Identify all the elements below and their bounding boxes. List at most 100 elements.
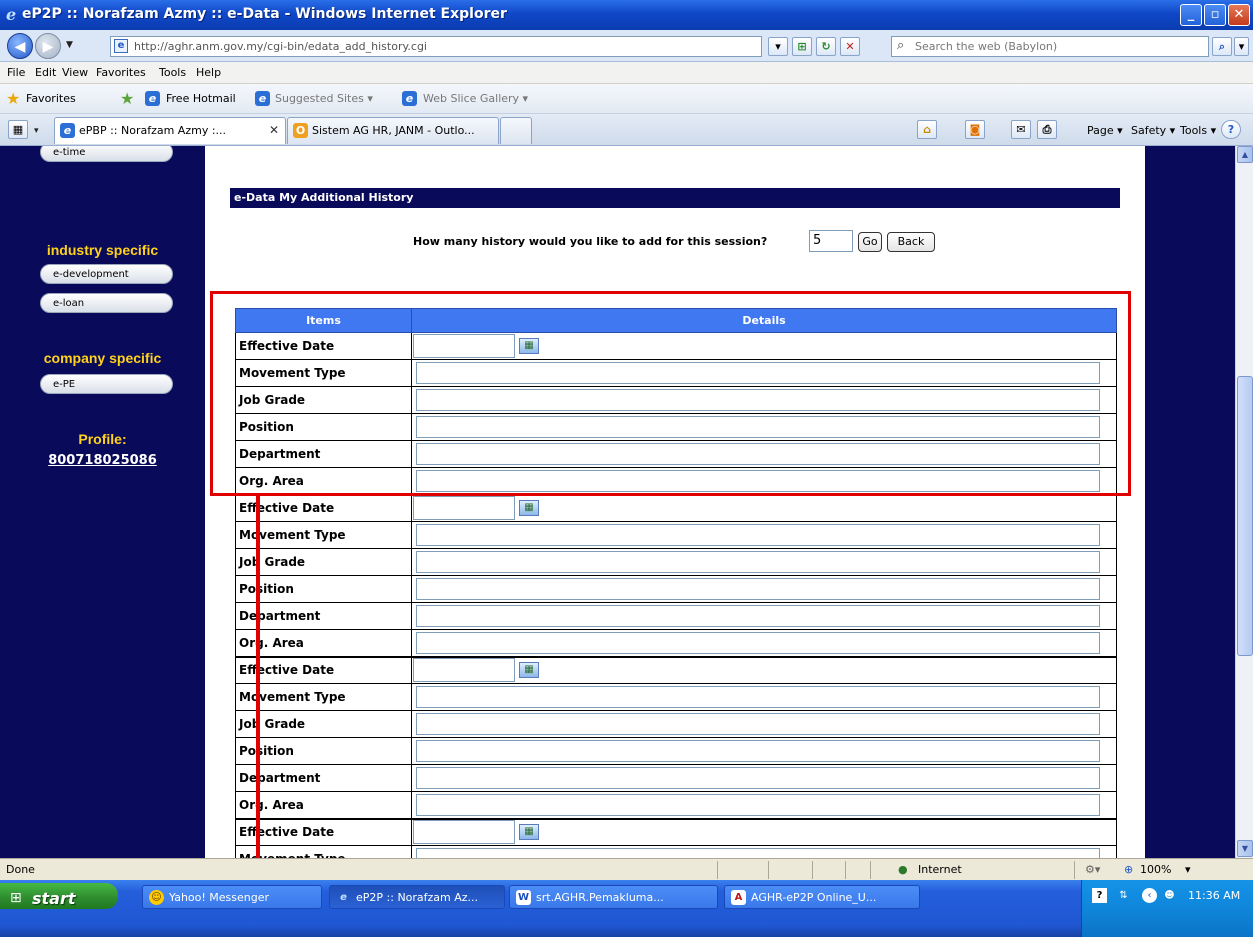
zoom-level[interactable]: 100% xyxy=(1140,863,1171,876)
annotation-highlight-box xyxy=(210,291,1131,496)
zone-label: Internet xyxy=(918,863,962,876)
menu-bar: File Edit View Favorites Tools Help xyxy=(0,62,1253,84)
search-input[interactable]: ⌕ Search the web (Babylon) xyxy=(891,36,1209,57)
history-count-input[interactable]: 5 xyxy=(809,230,853,252)
taskbar-word-doc[interactable]: W srt.AGHR.Pemakluma... xyxy=(509,885,718,909)
address-input[interactable]: e http://aghr.anm.gov.my/cgi-bin/edata_a… xyxy=(110,36,762,57)
scroll-thumb[interactable] xyxy=(1237,376,1253,656)
minimize-button[interactable]: _ xyxy=(1180,4,1202,26)
row-field-cell: ▦ xyxy=(411,817,1117,846)
fav-web-slice-gallery[interactable]: Web Slice Gallery ▾ xyxy=(423,92,528,105)
close-button[interactable]: ✕ xyxy=(1228,4,1250,26)
detail-input[interactable] xyxy=(416,740,1100,762)
mail-icon[interactable]: ✉ xyxy=(1011,120,1031,139)
zoom-icon[interactable]: ⊕ xyxy=(1124,863,1133,876)
tab-close-icon[interactable]: ✕ xyxy=(269,123,279,137)
detail-input[interactable] xyxy=(416,793,1100,816)
zoom-dropdown-icon[interactable]: ▾ xyxy=(1185,863,1191,876)
help-tray-icon[interactable]: ? xyxy=(1092,888,1107,903)
row-field-cell xyxy=(411,548,1117,576)
menu-view[interactable]: View xyxy=(62,66,88,79)
search-go-icon[interactable]: ⌕ xyxy=(1212,37,1232,56)
fav-free-hotmail[interactable]: Free Hotmail xyxy=(166,92,236,105)
detail-input[interactable] xyxy=(416,713,1100,735)
protected-mode-icon[interactable]: ⚙▾ xyxy=(1085,863,1100,876)
start-button[interactable]: ⊞ start xyxy=(0,880,118,937)
refresh-icon[interactable]: ↻ xyxy=(816,37,836,56)
row-label: Department xyxy=(235,764,412,792)
effective-date-input[interactable] xyxy=(413,820,515,845)
tab-ie-icon: e xyxy=(60,123,75,138)
calendar-icon[interactable]: ▦ xyxy=(519,662,539,679)
network-tray-icon[interactable]: ⇅ xyxy=(1116,888,1131,903)
url-dropdown-icon[interactable]: ▾ xyxy=(768,37,788,56)
maximize-button[interactable]: ▫ xyxy=(1204,4,1226,26)
taskbar-ep2p[interactable]: e eP2P :: Norafzam Az... xyxy=(329,885,505,909)
table-row: Position xyxy=(235,575,1117,603)
cmd-page[interactable]: Page ▾ xyxy=(1087,124,1123,137)
cmd-safety[interactable]: Safety ▾ xyxy=(1131,124,1175,137)
vertical-scrollbar[interactable]: ▲ ▼ xyxy=(1235,146,1253,858)
help-icon[interactable]: ? xyxy=(1221,120,1241,139)
row-label: Movement Type xyxy=(235,683,412,711)
feeds-icon[interactable]: ◙ xyxy=(965,120,985,139)
menu-file[interactable]: File xyxy=(7,66,25,79)
quick-tabs-icon[interactable]: ▦ xyxy=(8,120,28,139)
add-favorite-icon[interactable]: ★ xyxy=(120,89,134,108)
back-nav-button[interactable]: ◀ xyxy=(7,33,33,59)
home-icon[interactable]: ⌂ xyxy=(917,120,937,139)
menu-favorites[interactable]: Favorites xyxy=(96,66,146,79)
detail-input[interactable] xyxy=(416,524,1100,546)
profile-id-link[interactable]: 800718025086 xyxy=(0,453,205,468)
scroll-down-icon[interactable]: ▼ xyxy=(1237,840,1253,857)
calendar-icon[interactable]: ▦ xyxy=(519,500,539,517)
right-gutter xyxy=(1145,146,1235,858)
search-options-icon[interactable]: ▾ xyxy=(1234,37,1249,56)
status-divider xyxy=(812,861,813,879)
nav-e-development[interactable]: e-development xyxy=(40,264,173,284)
expand-tray-icon[interactable]: ‹ xyxy=(1142,888,1157,903)
detail-input[interactable] xyxy=(416,686,1100,708)
detail-input[interactable] xyxy=(416,631,1100,654)
favorites-button[interactable]: Favorites xyxy=(26,92,76,105)
tab-outlook[interactable]: O Sistem AG HR, JANM - Outlo... xyxy=(287,117,499,144)
forward-nav-button[interactable]: ▶ xyxy=(35,33,61,59)
back-button[interactable]: Back xyxy=(887,232,935,252)
scroll-up-icon[interactable]: ▲ xyxy=(1237,146,1253,163)
effective-date-input[interactable] xyxy=(413,496,515,521)
table-row: Movement Type xyxy=(235,845,1117,858)
detail-input[interactable] xyxy=(416,578,1100,600)
menu-help[interactable]: Help xyxy=(196,66,221,79)
effective-date-input[interactable] xyxy=(413,658,515,683)
detail-input[interactable] xyxy=(416,767,1100,789)
row-label: Movement Type xyxy=(235,521,412,549)
taskbar-yahoo-messenger[interactable]: ☺ Yahoo! Messenger xyxy=(142,885,322,909)
detail-input[interactable] xyxy=(416,551,1100,573)
menu-tools[interactable]: Tools xyxy=(159,66,186,79)
compatibility-icon[interactable]: ⊞ xyxy=(792,37,812,56)
nav-e-loan[interactable]: e-loan xyxy=(40,293,173,313)
messenger-tray-icon[interactable]: ☻ xyxy=(1162,888,1177,903)
tab-ep2p[interactable]: e ePBP :: Norafzam Azmy :... ✕ xyxy=(54,117,286,144)
stop-icon[interactable]: ✕ xyxy=(840,37,860,56)
calendar-icon[interactable]: ▦ xyxy=(519,824,539,841)
taskbar-item-label: AGHR-eP2P Online_U... xyxy=(751,891,877,904)
table-row: Position xyxy=(235,737,1117,765)
fav-suggested-sites[interactable]: Suggested Sites ▾ xyxy=(275,92,373,105)
hotmail-ie-icon: e xyxy=(145,91,160,106)
history-dropdown-icon[interactable]: ▼ xyxy=(66,40,73,50)
new-tab-button[interactable] xyxy=(500,117,532,144)
nav-e-time[interactable]: e-time xyxy=(40,146,173,162)
go-button[interactable]: Go xyxy=(858,232,882,252)
tab-list-icon[interactable]: ▾ xyxy=(34,126,39,136)
row-label: Effective Date xyxy=(235,817,412,846)
internet-zone-icon: ● xyxy=(898,863,908,876)
detail-input[interactable] xyxy=(416,605,1100,627)
cmd-tools[interactable]: Tools ▾ xyxy=(1180,124,1216,137)
taskbar-pdf[interactable]: A AGHR-eP2P Online_U... xyxy=(724,885,920,909)
menu-edit[interactable]: Edit xyxy=(35,66,56,79)
address-url[interactable]: http://aghr.anm.gov.my/cgi-bin/edata_add… xyxy=(134,40,427,53)
nav-e-pe[interactable]: e-PE xyxy=(40,374,173,394)
print-icon[interactable]: ⎙ xyxy=(1037,120,1057,139)
detail-input[interactable] xyxy=(416,848,1100,858)
